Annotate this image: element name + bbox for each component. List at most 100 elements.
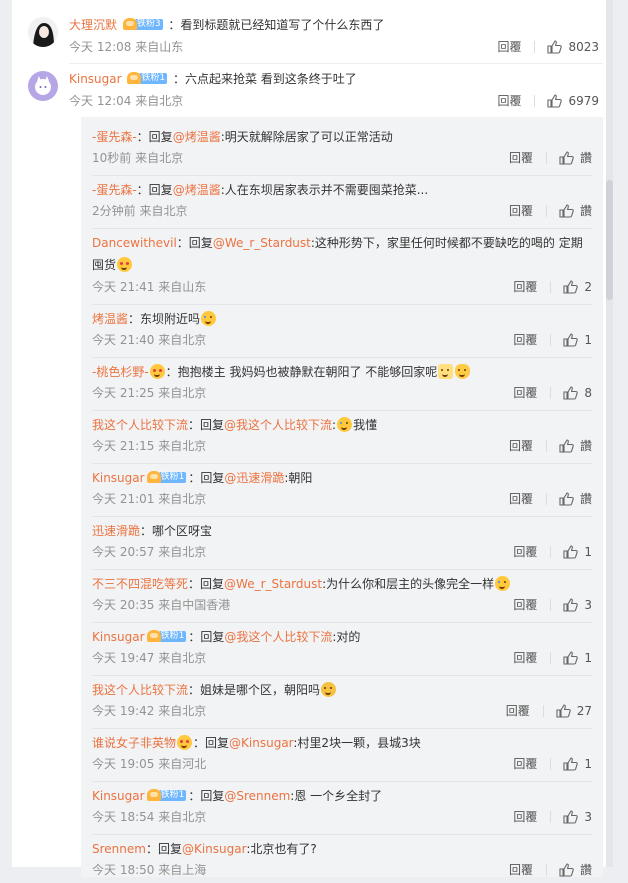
reply-text: :人在东坝居家表示并不需要囤菜抢菜... bbox=[220, 183, 429, 197]
like-button[interactable]: 2 bbox=[563, 279, 592, 295]
like-button[interactable]: 3 bbox=[563, 809, 592, 825]
comment-item: 大理沉默 铁粉3 ：看到标题就已经知道写了个什么东西了 今天 12:08 来自山… bbox=[28, 17, 603, 57]
like-button[interactable]: 8 bbox=[563, 385, 592, 401]
reply-item: Kinsugar 铁粉1 ：回复@迅速滑跪:朝阳 今天 21:01 来自北京 回覆 讚 bbox=[92, 467, 592, 512]
like-button[interactable]: 3 bbox=[563, 597, 592, 613]
replier-name[interactable]: 不三不四混吃等死 bbox=[92, 577, 188, 591]
mention-link[interactable]: @烤温酱 bbox=[173, 130, 221, 144]
like-button[interactable]: 1 bbox=[563, 756, 592, 772]
like-button[interactable]: 讚 bbox=[559, 862, 592, 878]
reply-button[interactable]: 回覆 bbox=[509, 491, 533, 507]
mention-link[interactable]: @Kinsugar bbox=[229, 736, 293, 750]
emoji-icon bbox=[438, 364, 454, 379]
commenter-name[interactable]: Kinsugar bbox=[69, 72, 122, 86]
reply-item: Kinsugar 铁粉1 ：回复@我这个人比较下流:对的 今天 19:47 来自北京 回… bbox=[92, 626, 592, 671]
thumbs-up-icon bbox=[563, 598, 579, 612]
fan-badge[interactable]: 铁粉1 bbox=[146, 630, 187, 642]
reply-meta: 今天 21:41 来自山东 bbox=[92, 280, 207, 294]
action-divider bbox=[545, 864, 547, 876]
like-button[interactable]: 27 bbox=[556, 703, 592, 719]
like-button[interactable]: 6979 bbox=[547, 93, 599, 109]
mention-link[interactable]: @Srennem bbox=[224, 789, 290, 803]
thumbs-up-icon bbox=[559, 204, 574, 218]
scrollbar-thumb[interactable] bbox=[606, 180, 613, 300]
fan-badge[interactable]: 铁粉1 bbox=[127, 72, 168, 84]
reply-button[interactable]: 回覆 bbox=[513, 597, 537, 613]
fan-level-label: 铁粉1 bbox=[158, 789, 187, 801]
reply-text: :恩 一个乡全封了 bbox=[290, 789, 383, 803]
thumbs-up-icon bbox=[556, 704, 571, 718]
mention-link[interactable]: @我这个人比较下流 bbox=[224, 418, 332, 432]
like-count: 3 bbox=[584, 598, 592, 612]
reply-prefix: ：回复 bbox=[188, 471, 225, 485]
mention-link[interactable]: @我这个人比较下流 bbox=[224, 630, 332, 644]
reply-button[interactable]: 回覆 bbox=[513, 809, 537, 825]
replier-name[interactable]: 谁说女子非英物 bbox=[92, 736, 176, 750]
replier-name[interactable]: Srennem bbox=[92, 842, 146, 856]
like-count: 8023 bbox=[568, 40, 599, 54]
commenter-name[interactable]: 大理沉默 bbox=[69, 18, 117, 32]
fan-badge[interactable]: 铁粉3 bbox=[122, 18, 163, 30]
reply-meta: 今天 19:47 来自北京 bbox=[92, 651, 207, 665]
mention-link[interactable]: @We_r_Stardust bbox=[224, 577, 322, 591]
reply-button[interactable]: 回覆 bbox=[509, 203, 533, 219]
reply-meta: 10秒前 来自北京 bbox=[92, 151, 184, 165]
like-button[interactable]: 讚 bbox=[559, 150, 592, 166]
reply-button[interactable]: 回覆 bbox=[509, 862, 533, 878]
replier-name[interactable]: 迅速滑跪 bbox=[92, 524, 140, 538]
reply-button[interactable]: 回覆 bbox=[509, 150, 533, 166]
replier-name[interactable]: Kinsugar bbox=[92, 630, 145, 644]
reply-button[interactable]: 回覆 bbox=[506, 703, 530, 719]
reply-text: :为什么你和层主的头像完全一样 bbox=[322, 577, 495, 591]
like-button[interactable]: 1 bbox=[563, 650, 592, 666]
reply-button[interactable]: 回覆 bbox=[513, 756, 537, 772]
replier-name[interactable]: Kinsugar bbox=[92, 471, 145, 485]
reply-button[interactable]: 回覆 bbox=[497, 39, 521, 55]
like-button[interactable]: 讚 bbox=[559, 203, 592, 219]
user-avatar[interactable] bbox=[28, 17, 58, 47]
reply-button[interactable]: 回覆 bbox=[513, 332, 537, 348]
replier-name[interactable]: -蛋先森- bbox=[92, 183, 137, 197]
replier-name[interactable]: 我这个人比较下流 bbox=[92, 683, 188, 697]
reply-button[interactable]: 回覆 bbox=[513, 279, 537, 295]
user-avatar[interactable] bbox=[28, 71, 58, 101]
reply-button[interactable]: 回覆 bbox=[513, 650, 537, 666]
fan-level-label: 铁粉1 bbox=[158, 630, 187, 642]
reply-body: 我这个人比较下流：回复@我这个人比较下流: 我懂 bbox=[92, 414, 592, 436]
reply-button[interactable]: 回覆 bbox=[497, 93, 521, 109]
like-count: 讚 bbox=[579, 492, 592, 506]
mention-link[interactable]: @烤温酱 bbox=[173, 183, 221, 197]
replier-name[interactable]: Dancewithevil bbox=[92, 236, 177, 250]
like-count: 讚 bbox=[579, 151, 592, 165]
reply-button[interactable]: 回覆 bbox=[513, 544, 537, 560]
like-button[interactable]: 1 bbox=[563, 332, 592, 348]
fan-crown-icon bbox=[146, 789, 161, 801]
emoji-icon bbox=[337, 417, 353, 432]
fan-badge[interactable]: 铁粉1 bbox=[146, 471, 187, 483]
reply-divider bbox=[92, 463, 592, 464]
reply-button[interactable]: 回覆 bbox=[509, 438, 533, 454]
mention-link[interactable]: @Kinsugar bbox=[182, 842, 246, 856]
emoji-icon bbox=[495, 576, 511, 591]
replier-name[interactable]: -桃色杉野- bbox=[92, 365, 149, 379]
scrollbar-track[interactable] bbox=[606, 0, 613, 867]
like-button[interactable]: 8023 bbox=[547, 39, 599, 55]
replier-name[interactable]: -蛋先森- bbox=[92, 130, 137, 144]
action-divider bbox=[550, 546, 552, 558]
reply-button[interactable]: 回覆 bbox=[513, 385, 537, 401]
replier-name[interactable]: 烤温酱 bbox=[92, 312, 128, 326]
replier-name[interactable]: 我这个人比较下流 bbox=[92, 418, 188, 432]
replier-name[interactable]: Kinsugar bbox=[92, 789, 145, 803]
thumbs-up-icon bbox=[547, 40, 563, 54]
reply-body: -蛋先森-：回复@烤温酱:人在东坝居家表示并不需要囤菜抢菜... bbox=[92, 179, 592, 201]
reply-body: 迅速滑跪：哪个区呀宝 bbox=[92, 520, 592, 542]
mention-link[interactable]: @We_r_Stardust bbox=[213, 236, 311, 250]
like-button[interactable]: 1 bbox=[563, 544, 592, 560]
like-button[interactable]: 讚 bbox=[559, 438, 592, 454]
fan-badge[interactable]: 铁粉1 bbox=[146, 789, 187, 801]
reply-item: 谁说女子非英物 ：回复@Kinsugar:村里2块一颗，县城3块 今天 19:05 … bbox=[92, 732, 592, 777]
action-divider bbox=[550, 387, 552, 399]
action-divider bbox=[550, 758, 552, 770]
like-button[interactable]: 讚 bbox=[559, 491, 592, 507]
mention-link[interactable]: @迅速滑跪 bbox=[224, 471, 284, 485]
